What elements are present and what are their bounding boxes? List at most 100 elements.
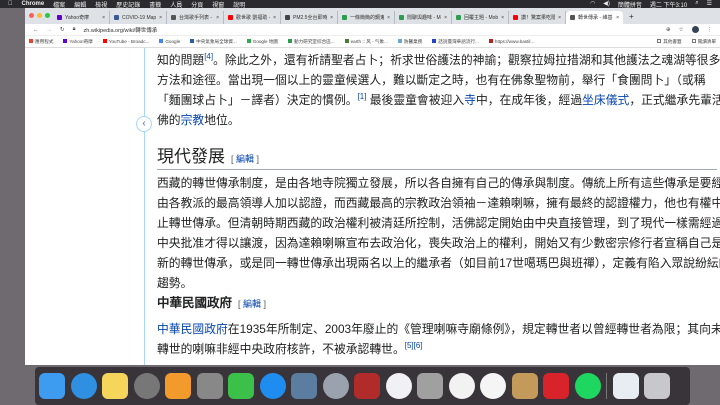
bookmark-item[interactable]: https://www.bastil... [488, 39, 534, 45]
zoom-button[interactable] [45, 13, 50, 18]
link-temple[interactable]: 寺 [464, 93, 476, 107]
photos-icon[interactable] [480, 373, 506, 399]
close-tab-icon[interactable]: × [387, 15, 390, 21]
star-icon[interactable]: ☆ [679, 27, 684, 33]
section-heading-modern: 現代發展[ 編輯 ] [157, 145, 717, 170]
bookmark-item[interactable]: 應用程式 [29, 39, 53, 45]
bookmark-item[interactable]: YouTube - Broadc... [102, 39, 149, 45]
other-bookmarks[interactable]: 其他書籤 [657, 39, 682, 45]
article-body: 知的問題[4]。除此之外，還有祈請聖者占卜；祈求世俗護法的神諭；觀察拉姆拉措湖和… [157, 48, 720, 359]
bookmark-icon [488, 39, 493, 44]
bookmark-item[interactable]: 動力研究室綜合區... [288, 39, 335, 45]
close-tab-icon[interactable]: × [501, 15, 504, 21]
tab[interactable]: 歡世歌 劉福助 - Yo× [224, 11, 281, 24]
new-tab-button[interactable]: + [629, 12, 634, 21]
forward-icon[interactable]: → [47, 27, 53, 33]
downloads-stack-icon[interactable] [612, 373, 639, 399]
reading-list[interactable]: 閱讀清單 [691, 39, 716, 45]
back-icon[interactable]: ← [33, 27, 39, 33]
page-content: ‹ 知的問題[4]。除此之外，還有祈請聖者占卜；祈求世俗護法的神諭；觀察拉姆拉措… [25, 48, 720, 365]
favicon-icon [570, 15, 575, 20]
safari-icon[interactable] [70, 373, 97, 399]
sidebar-border [144, 48, 145, 365]
system-preferences-icon[interactable] [196, 373, 223, 399]
link-religion[interactable]: 宗教 [181, 113, 205, 127]
bookmark-item[interactable]: 話說臺灣華語流行... [432, 39, 479, 45]
bookmark-icon [432, 39, 437, 44]
notes-icon[interactable] [102, 373, 128, 399]
link-enthronement[interactable]: 坐床儀式 [582, 93, 629, 107]
favicon-icon [399, 15, 404, 20]
citation-4[interactable]: [4] [204, 52, 213, 61]
trash-icon[interactable] [644, 373, 670, 399]
chevron-left-icon: ‹ [142, 118, 146, 129]
tab[interactable]: 回覆主題 - Mobile× [452, 11, 509, 24]
section-heading-roc: 中華民國政府[ 編輯 ] [157, 296, 267, 310]
facetime-icon[interactable] [228, 373, 254, 399]
bookmark-icon [159, 39, 164, 44]
bookmark-item[interactable]: Yahoo!奇摩 [63, 39, 93, 45]
minimize-button[interactable] [37, 13, 42, 18]
menu-bar:  Chrome 檔案 編輯 檢視 歷史記錄 書籤 人員 分頁 視窗 說明 ◠ … [0, 0, 720, 9]
iphoto-icon[interactable] [291, 373, 317, 399]
collapse-sidebar-button[interactable]: ‹ [136, 116, 152, 132]
close-tab-icon[interactable]: × [102, 15, 105, 21]
close-tab-icon[interactable]: × [330, 15, 333, 21]
pages-icon[interactable] [165, 373, 191, 399]
zoom-icon[interactable]: ⊕ [666, 27, 671, 33]
bookmark-item[interactable]: Google 地圖 [246, 39, 278, 45]
bookmark-item[interactable]: earth :: 风 - 气象... [344, 39, 388, 45]
tab[interactable]: 一條簡簡的鋼鬼 -× [338, 11, 395, 24]
chrome-icon[interactable] [448, 373, 475, 399]
finder-icon[interactable] [39, 373, 65, 399]
paragraph: 知的問題[4]。除此之外，還有祈請聖者占卜；祈求世俗護法的神諭；觀察拉姆拉措湖和… [157, 52, 720, 128]
favicon-icon [342, 15, 347, 20]
app-store-icon[interactable] [259, 373, 286, 399]
tab[interactable]: COVID-19 Map - × [110, 11, 167, 24]
bookmark-icon [102, 39, 107, 44]
apple-icon[interactable]:  [8, 1, 13, 7]
profile-avatar[interactable] [691, 26, 699, 33]
pdf-expert-icon[interactable] [543, 373, 569, 399]
close-tab-icon[interactable]: × [216, 15, 219, 21]
bookmark-item[interactable]: 防醫業務 [397, 39, 422, 45]
spotify-icon[interactable] [574, 373, 601, 399]
citation-6[interactable]: [6] [414, 341, 423, 350]
dock [35, 367, 690, 405]
tab[interactable]: PM2.5全台即時IR× [281, 11, 338, 24]
close-tab-icon[interactable]: × [616, 15, 619, 21]
close-tab-icon[interactable]: × [159, 15, 162, 21]
launchpad-icon[interactable] [133, 373, 160, 399]
more-menu-icon[interactable]: ⋮ [707, 27, 713, 33]
close-tab-icon[interactable]: × [558, 15, 561, 21]
favicon-icon [513, 15, 518, 20]
close-tab-icon[interactable]: × [444, 15, 447, 21]
edit-link[interactable]: 編輯 [236, 154, 254, 164]
edit-link[interactable]: 編輯 [243, 299, 261, 309]
disk-utility-icon[interactable] [417, 373, 443, 399]
menu-chrome[interactable]: Chrome [22, 1, 45, 7]
close-button[interactable] [29, 13, 34, 18]
link-roc-government[interactable]: 中華民國政府 [157, 322, 228, 336]
tab[interactable]: 閒聊與趣味 - Mob× [395, 11, 452, 24]
itunes-icon[interactable] [385, 373, 412, 399]
tab[interactable]: Yahoo奇摩 × [53, 11, 110, 24]
bookmark-item[interactable]: Google [159, 39, 180, 45]
reload-icon[interactable]: ↻ [60, 27, 65, 33]
url-input[interactable]: zh.wikipedia.org/wiki/轉世傳承 [84, 26, 658, 34]
citation-5[interactable]: [5] [405, 341, 414, 350]
bookmark-icon [190, 39, 195, 44]
close-tab-icon[interactable]: × [273, 15, 276, 21]
bookmark-item[interactable]: 中央氣象局全球資... [190, 39, 237, 45]
favicon-icon [114, 15, 119, 20]
tab[interactable]: 讚！驚案果吃隨 × [509, 11, 566, 24]
window-controls [29, 13, 50, 18]
bookmark-icon [397, 39, 402, 44]
bookmark-icon [29, 39, 33, 44]
tab[interactable]: 轉世傳承 - 維基百× [566, 11, 623, 24]
google-earth-pro-icon[interactable] [322, 373, 349, 399]
paintbrush-icon[interactable] [511, 373, 538, 399]
tab[interactable]: 台灣歌手列表 - 維× [167, 11, 224, 24]
photo-booth-icon[interactable] [354, 373, 380, 399]
dock-separator [606, 373, 607, 399]
